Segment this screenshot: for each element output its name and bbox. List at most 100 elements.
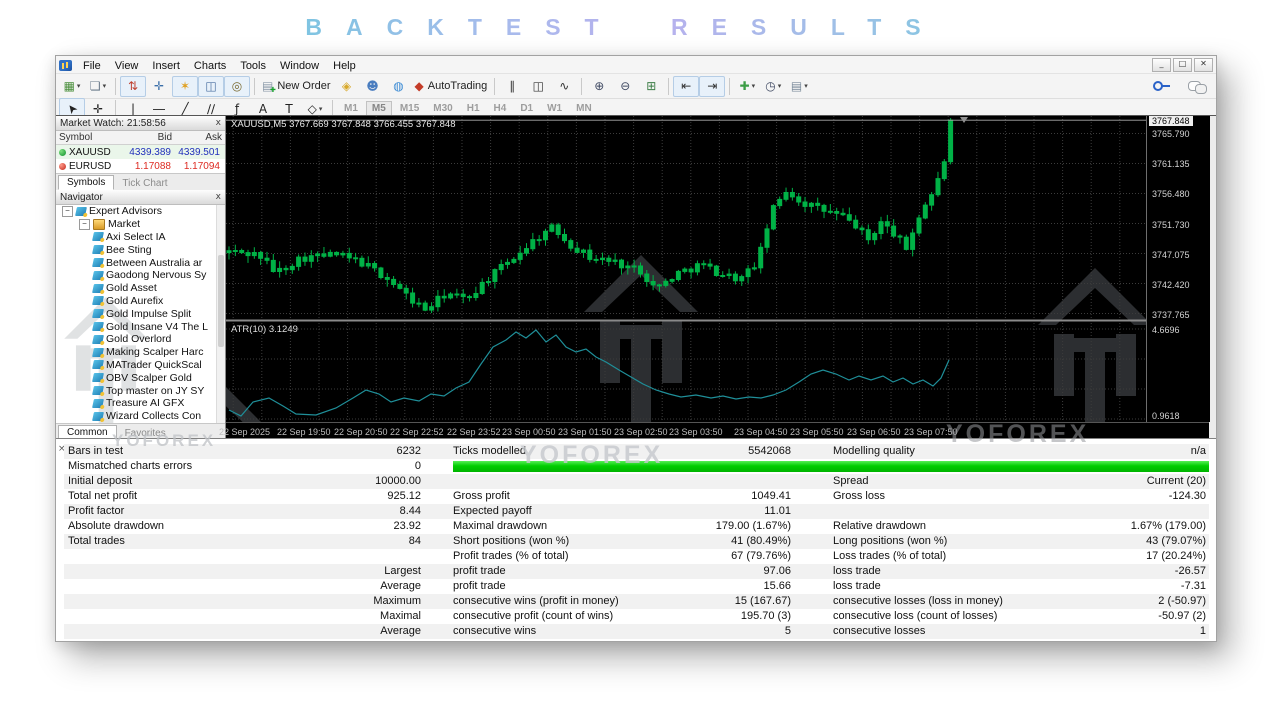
expert-advisor-icon <box>92 296 104 305</box>
community-key-button[interactable] <box>1145 76 1171 97</box>
tree-item-top-master-on-jy-sy[interactable]: Top master on JY SY <box>56 384 225 397</box>
menu-item-tools[interactable]: Tools <box>233 60 273 72</box>
tree-item-gold-overlord[interactable]: Gold Overlord <box>56 333 225 346</box>
zoom-in-button[interactable]: ⊕ <box>586 76 612 97</box>
report-row: Total trades84Short positions (won %)41 … <box>64 534 1209 549</box>
indicators-button[interactable]: ✚▾ <box>734 76 760 97</box>
expert-advisor-icon <box>92 386 104 395</box>
timeframe-h1[interactable]: H1 <box>461 101 486 116</box>
data-window-icon: ✛ <box>154 80 164 92</box>
menu-item-insert[interactable]: Insert <box>145 60 187 72</box>
minimize-button[interactable]: _ <box>1152 58 1171 72</box>
timeframe-w1[interactable]: W1 <box>541 101 568 116</box>
line-chart-button[interactable]: ∿ <box>551 76 577 97</box>
tree-item-axi-select-ia[interactable]: Axi Select IA <box>56 231 225 244</box>
metaquotes-deposit-button[interactable]: ◈ <box>334 76 360 97</box>
tree-item-gold-impulse-split[interactable]: Gold Impulse Split <box>56 307 225 320</box>
report-value: Average <box>184 580 421 592</box>
market-watch-button[interactable]: ⇅ <box>120 76 146 97</box>
navigator-button[interactable]: ✶ <box>172 76 198 97</box>
tree-item-label: Gold Asset <box>106 282 157 294</box>
tab-tick-chart[interactable]: Tick Chart <box>114 177 175 190</box>
tree-item-gold-asset[interactable]: Gold Asset <box>56 282 225 295</box>
report-label: Loss trades (% of total) <box>833 550 946 562</box>
price-tick-label: 3756.480 <box>1152 189 1190 199</box>
report-value: Maximum <box>184 595 421 607</box>
tree-item-bee-sting[interactable]: Bee Sting <box>56 243 225 256</box>
menu-item-view[interactable]: View <box>108 60 146 72</box>
periods-button[interactable]: ◷▾ <box>760 76 786 97</box>
timeframe-d1[interactable]: D1 <box>514 101 539 116</box>
collapse-icon[interactable]: − <box>79 219 90 230</box>
timeframe-m5[interactable]: M5 <box>366 101 392 116</box>
tree-item-making-scalper-harc[interactable]: Making Scalper Harc <box>56 346 225 359</box>
report-value: 1049.41 <box>544 490 791 502</box>
tree-root-expert-advisors[interactable]: −Expert Advisors <box>56 205 225 218</box>
menu-item-window[interactable]: Window <box>273 60 326 72</box>
report-value: 179.00 (1.67%) <box>544 520 791 532</box>
new-chart-button[interactable]: ▦▾ <box>59 76 85 97</box>
timeframe-mn[interactable]: MN <box>570 101 598 116</box>
community-globe-button[interactable]: ◍ <box>386 76 412 97</box>
ask-value: 1.17094 <box>174 161 223 172</box>
tree-item-wizard-collects-con[interactable]: Wizard Collects Con <box>56 410 225 423</box>
line-chart-icon: ∿ <box>559 80 569 92</box>
metaeditor-button[interactable]: ☻ <box>360 76 386 97</box>
menu-bar: FileViewInsertChartsToolsWindowHelp _ □ … <box>56 56 1216 74</box>
tile-windows-button[interactable]: ⊞ <box>638 76 664 97</box>
menu-item-charts[interactable]: Charts <box>187 60 233 72</box>
chat-button[interactable] <box>1181 76 1207 97</box>
tree-item-obv-scalper-gold[interactable]: OBV Scalper Gold <box>56 371 225 384</box>
timeframe-h4[interactable]: H4 <box>488 101 513 116</box>
tree-item-label: Top master on JY SY <box>106 385 204 397</box>
tree-item-treasure-ai-gfx[interactable]: Treasure AI GFX <box>56 397 225 410</box>
new-order-button[interactable]: ▤✚New Order <box>259 76 334 97</box>
data-window-button[interactable]: ✛ <box>146 76 172 97</box>
tree-item-between-australia-ar[interactable]: Between Australia ar <box>56 256 225 269</box>
market-watch-close-icon[interactable]: x <box>216 119 221 128</box>
profiles-button[interactable]: ❏▾ <box>85 76 111 97</box>
tree-item-gaodong-nervous-sy[interactable]: Gaodong Nervous Sy <box>56 269 225 282</box>
zoom-out-button[interactable]: ⊖ <box>612 76 638 97</box>
report-label: Modelling quality <box>833 445 915 457</box>
strategy-tester-button[interactable]: ◎ <box>224 76 250 97</box>
timeframe-m1[interactable]: M1 <box>338 101 364 116</box>
market-watch-row-xauusd[interactable]: XAUUSD4339.3894339.501 <box>56 145 225 159</box>
report-label: consecutive losses (loss in money) <box>833 595 1003 607</box>
window-controls: _ □ ✕ <box>1152 58 1213 72</box>
menu-item-help[interactable]: Help <box>326 60 363 72</box>
templates-button[interactable]: ▤▾ <box>786 76 812 97</box>
report-value: Largest <box>184 565 421 577</box>
terminal-button[interactable]: ◫ <box>198 76 224 97</box>
market-watch-row-eurusd[interactable]: EURUSD1.170881.17094 <box>56 159 225 173</box>
candlestick-chart-button[interactable]: ◫ <box>525 76 551 97</box>
tree-item-label: Between Australia ar <box>106 257 202 269</box>
tree-group-market[interactable]: −Market <box>56 218 225 231</box>
tab-symbols[interactable]: Symbols <box>58 175 114 190</box>
auto-scroll-button[interactable]: ⇤ <box>673 76 699 97</box>
autotrading-button[interactable]: ◆AutoTrading <box>412 76 491 97</box>
tree-item-matrader-quickscal[interactable]: MATrader QuickScal <box>56 359 225 372</box>
restore-button[interactable]: □ <box>1173 58 1192 72</box>
time-tick-label: 22 Sep 2025 <box>219 427 270 437</box>
menu-item-file[interactable]: File <box>76 60 108 72</box>
tree-item-gold-insane-v4-the-l[interactable]: Gold Insane V4 The L <box>56 320 225 333</box>
tree-item-gold-aurefix[interactable]: Gold Aurefix <box>56 295 225 308</box>
timeframe-m30[interactable]: M30 <box>427 101 458 116</box>
close-button[interactable]: ✕ <box>1194 58 1213 72</box>
bar-chart-button[interactable]: ∥ <box>499 76 525 97</box>
autotrading-label: AutoTrading <box>428 80 488 92</box>
toolbar-separator <box>115 78 116 95</box>
chart-shift-button[interactable]: ⇥ <box>699 76 725 97</box>
collapse-icon[interactable]: − <box>62 206 73 217</box>
report-label: loss trade <box>833 565 881 577</box>
left-panel-column: Market Watch: 21:58:56 x Symbol Bid Ask … <box>56 116 226 439</box>
timeframe-m15[interactable]: M15 <box>394 101 425 116</box>
dropdown-caret-icon: ▾ <box>752 82 756 90</box>
report-value: 8.44 <box>184 505 421 517</box>
navigator-scrollbar-thumb[interactable] <box>218 255 224 347</box>
report-label: Absolute drawdown <box>68 520 164 532</box>
new-order-label: New Order <box>277 80 330 92</box>
price-chart[interactable] <box>226 116 1146 422</box>
navigator-close-icon[interactable]: x <box>216 193 221 202</box>
